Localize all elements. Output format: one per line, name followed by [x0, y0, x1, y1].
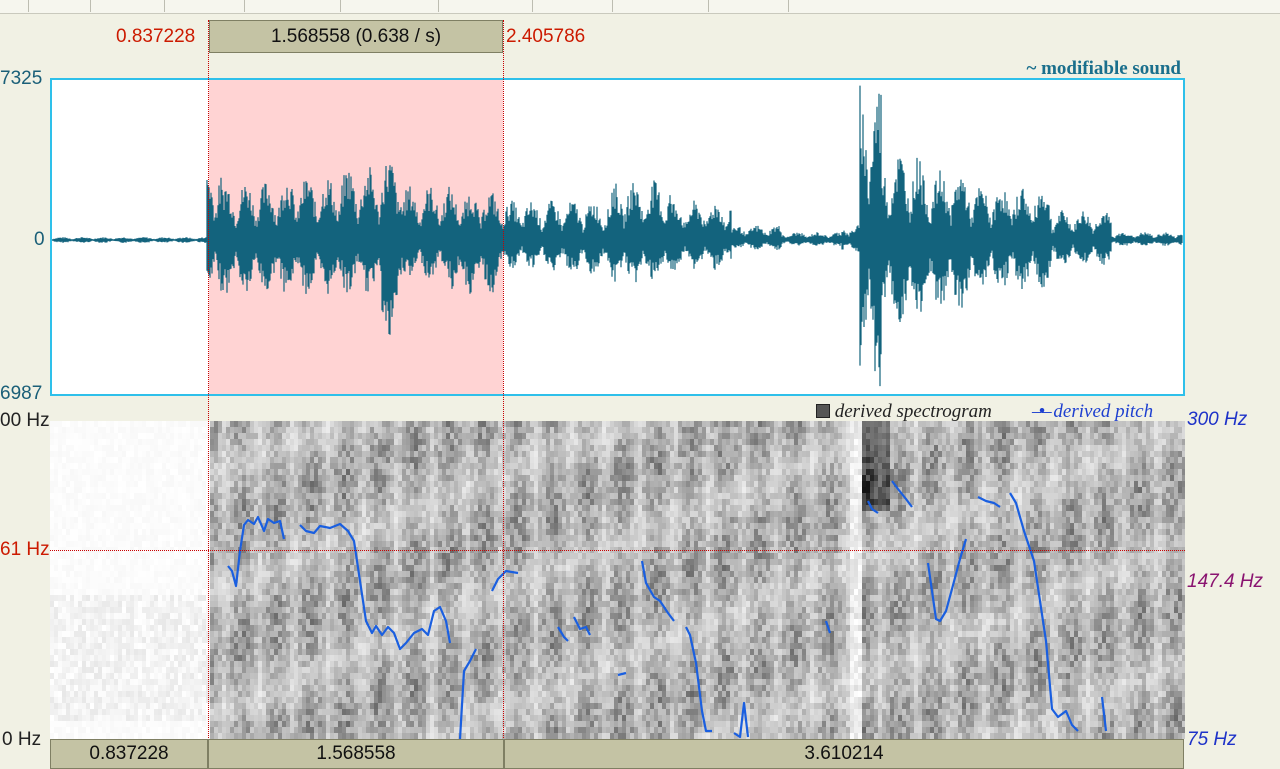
waveform-min-label: 6987	[0, 383, 43, 404]
waveform-tilde-icon: ~	[1026, 58, 1037, 79]
selection-end-line	[503, 20, 504, 740]
time-segment-before[interactable]: 0.837228	[50, 739, 208, 769]
waveform-legend: ~ modifiable sound	[1026, 58, 1181, 80]
waveform-max-label: 7325	[0, 68, 43, 89]
toolbar-button[interactable]	[28, 0, 91, 12]
toolbar-button[interactable]	[244, 0, 341, 12]
pitch-dot-line-icon: –•–	[1032, 401, 1052, 422]
toolbar-button[interactable]	[532, 0, 613, 12]
pitch-legend: –•– derived pitch	[1032, 401, 1153, 423]
toolbar-button[interactable]	[438, 0, 533, 12]
toolbar-button[interactable]	[0, 0, 29, 12]
spectrogram-panel[interactable]	[50, 421, 1185, 739]
spectrogram-min-freq-label: 0 Hz	[2, 729, 42, 750]
pitch-legend-label: derived pitch	[1053, 401, 1154, 422]
toolbar	[0, 0, 1280, 14]
toolbar-button[interactable]	[340, 0, 439, 12]
spectrogram-legend: derived spectrogram	[816, 401, 992, 423]
time-segment-after[interactable]: 3.610214	[504, 739, 1184, 769]
pitch-max-label: 300 Hz	[1187, 409, 1248, 430]
cursor-freq-label: 61 Hz	[0, 539, 50, 560]
waveform-plot[interactable]	[52, 80, 1183, 394]
toolbar-button[interactable]	[708, 0, 789, 12]
time-segment-selection[interactable]: 1.568558	[208, 739, 504, 769]
waveform-zero-label: 0	[34, 229, 45, 250]
spectrogram-image	[50, 421, 1185, 739]
spectrogram-max-freq-label: 00 Hz	[0, 410, 50, 431]
pitch-cursor-label: 147.4 Hz	[1187, 571, 1264, 592]
spectrogram-plot[interactable]	[50, 421, 1185, 739]
waveform-trace	[52, 85, 1183, 387]
selection-start-line	[208, 20, 209, 740]
toolbar-button[interactable]	[164, 0, 245, 12]
spectrogram-swatch-icon	[816, 404, 830, 418]
pitch-min-label: 75 Hz	[1187, 729, 1237, 750]
selection-end-time: 2.405786	[506, 26, 586, 47]
toolbar-button[interactable]	[612, 0, 709, 12]
selection-duration-box[interactable]: 1.568558 (0.638 / s)	[209, 20, 503, 53]
selection-start-time: 0.837228	[116, 26, 196, 47]
frequency-cursor-line	[50, 550, 1185, 551]
spectrogram-legend-label: derived spectrogram	[834, 401, 992, 422]
waveform-legend-label: modifiable sound	[1041, 58, 1181, 79]
toolbar-button[interactable]	[90, 0, 165, 12]
